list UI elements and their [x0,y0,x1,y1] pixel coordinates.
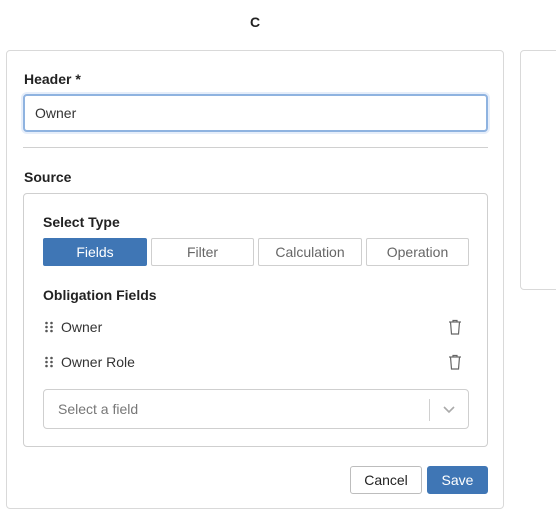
field-name: Owner [61,319,103,335]
drag-handle-icon[interactable] [43,356,55,368]
header-input[interactable] [23,94,488,132]
field-row-owner[interactable]: Owner [43,316,463,338]
column-title: C [249,14,261,30]
divider [23,147,488,148]
obligation-fields-label: Obligation Fields [43,287,157,303]
field-name: Owner Role [61,354,135,370]
type-tab-fields[interactable]: Fields [43,238,147,266]
trash-icon[interactable] [447,318,463,336]
save-button[interactable]: Save [427,466,488,494]
select-field-placeholder: Select a field [58,401,139,417]
column-editor-panel: Header * Source Select Type Fields Filte… [6,50,504,509]
header-label: Header * [24,71,81,87]
type-tab-operation[interactable]: Operation [366,238,469,266]
trash-icon[interactable] [447,353,463,371]
type-tab-calculation[interactable]: Calculation [258,238,362,266]
cancel-button[interactable]: Cancel [350,466,422,494]
select-type-label: Select Type [43,214,120,230]
select-field-dropdown[interactable]: Select a field [43,389,469,429]
chevron-down-icon[interactable] [441,403,457,417]
field-row-owner-role[interactable]: Owner Role [43,351,463,373]
select-separator [429,399,430,421]
adjacent-panel [520,50,556,290]
source-label: Source [24,169,72,185]
type-tab-filter[interactable]: Filter [151,238,254,266]
source-box: Select Type Fields Filter Calculation Op… [23,193,488,447]
drag-handle-icon[interactable] [43,321,55,333]
